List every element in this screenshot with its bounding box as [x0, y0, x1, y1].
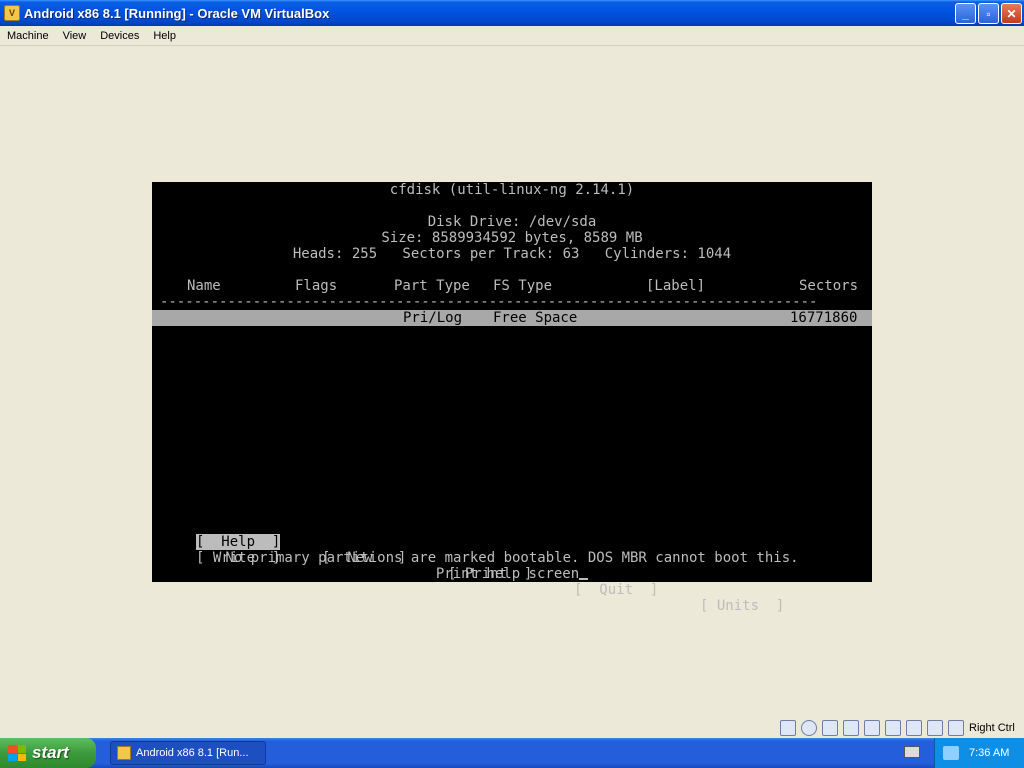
optical-drive-icon[interactable]	[801, 720, 817, 736]
mouse-integration-icon[interactable]	[948, 720, 964, 736]
vm-status-bar: Right Ctrl	[780, 718, 1024, 738]
host-key-label: Right Ctrl	[969, 722, 1015, 734]
row-sectors: 16771860	[790, 310, 858, 326]
column-header-row: Name Flags Part Type FS Type [Label] Sec…	[152, 278, 872, 294]
system-tray: 7:36 AM	[934, 738, 1024, 768]
menu-devices[interactable]: Devices	[93, 30, 146, 42]
vm-screen[interactable]: cfdisk (util-linux-ng 2.14.1) Disk Drive…	[152, 182, 872, 614]
header-separator: ----------------------------------------…	[160, 294, 818, 310]
menubar: Machine View Devices Help	[0, 26, 1024, 46]
menu-machine[interactable]: Machine	[0, 30, 56, 42]
taskbar: start Android x86 8.1 [Run... 7:36 AM	[0, 738, 1024, 768]
command-hint-text: Print help screen	[435, 566, 580, 582]
col-fs-type: FS Type	[493, 278, 553, 294]
units-command-button[interactable]: [ Units ]	[700, 598, 784, 614]
maximize-button[interactable]: ▫	[978, 3, 999, 24]
command-menu-row2: [ Write ]	[152, 534, 872, 566]
window-titlebar[interactable]: V Android x86 8.1 [Running] - Oracle VM …	[0, 0, 1024, 26]
start-label: start	[32, 743, 69, 762]
windows-logo-icon	[8, 745, 26, 761]
keyboard-icon[interactable]	[904, 746, 920, 758]
clock[interactable]: 7:36 AM	[969, 747, 1009, 759]
command-hint: Print help screen	[152, 566, 872, 582]
close-button[interactable]: ✕	[1001, 3, 1022, 24]
virtualbox-icon	[117, 746, 131, 760]
cfdisk-header: cfdisk (util-linux-ng 2.14.1)	[389, 182, 635, 198]
taskbar-window-label: Android x86 8.1 [Run...	[136, 747, 249, 759]
row-part-type: Pri/Log	[403, 310, 463, 326]
video-capture-icon[interactable]	[906, 720, 922, 736]
col-sectors: Sectors	[799, 278, 859, 294]
command-menu: [ Help ] [ New ] [ Print ] [ Quit ] [ Un…	[152, 518, 872, 614]
col-flags: Flags	[295, 278, 338, 294]
disk-drive: Disk Drive: /dev/sda	[427, 214, 597, 230]
col-label: [Label]	[646, 278, 706, 294]
row-fs-type: Free Space	[493, 310, 578, 326]
taskbar-window-button[interactable]: Android x86 8.1 [Run...	[110, 741, 266, 765]
quit-command-button[interactable]: [ Quit ]	[574, 582, 658, 598]
partition-row[interactable]: Pri/Log Free Space 16771860	[152, 310, 872, 326]
disk-size: Size: 8589934592 bytes, 8589 MB	[381, 230, 643, 246]
shared-folders-icon[interactable]	[864, 720, 880, 736]
menu-help[interactable]: Help	[146, 30, 183, 42]
network-icon[interactable]	[843, 720, 859, 736]
col-part-type: Part Type	[394, 278, 470, 294]
disk-geometry: Heads: 255 Sectors per Track: 63 Cylinde…	[292, 246, 732, 262]
minimize-button[interactable]: _	[955, 3, 976, 24]
start-button[interactable]: start	[0, 738, 96, 768]
menu-view[interactable]: View	[56, 30, 94, 42]
network-tray-icon[interactable]	[943, 746, 959, 760]
virtualbox-icon: V	[4, 5, 20, 21]
display-icon[interactable]	[885, 720, 901, 736]
col-name: Name	[187, 278, 221, 294]
audio-icon[interactable]	[822, 720, 838, 736]
usb-icon[interactable]	[927, 720, 943, 736]
bootable-warning: No primary partitions are marked bootabl…	[225, 550, 799, 566]
hard-disk-icon[interactable]	[780, 720, 796, 736]
window-title: Android x86 8.1 [Running] - Oracle VM Vi…	[24, 5, 330, 21]
text-cursor	[579, 578, 589, 580]
